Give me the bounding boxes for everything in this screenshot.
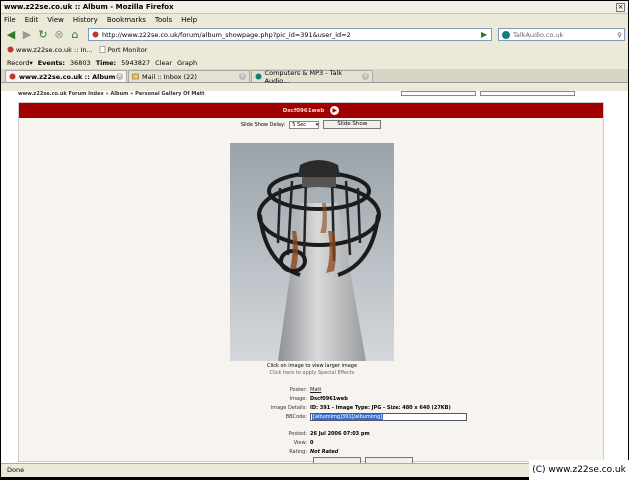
menu-history[interactable]: History bbox=[73, 16, 98, 24]
search-engine-icon[interactable] bbox=[502, 30, 510, 39]
top-form-fields bbox=[401, 91, 575, 96]
tower-photo[interactable] bbox=[230, 143, 394, 361]
image-details: Poster: Matt Image: Dscf0961web Image De… bbox=[19, 385, 605, 463]
menu-help[interactable]: Help bbox=[181, 16, 197, 24]
forward-icon[interactable]: ▶ bbox=[20, 28, 34, 42]
posted-label: Posted: bbox=[288, 430, 307, 437]
album-panel: Dscf0961web ▶ Slide Show Delay: 5 Sec ▾ … bbox=[18, 102, 605, 463]
back-icon[interactable]: ◀ bbox=[4, 28, 18, 42]
tab-label: www.z22se.co.uk :: Album bbox=[19, 72, 116, 81]
chevron-down-icon: ▾ bbox=[315, 121, 319, 128]
menu-file[interactable]: File bbox=[4, 16, 16, 24]
record-toolbar: Record▾ Events: 36803 Time: 5943827 Clea… bbox=[1, 56, 628, 69]
bookmark-favicon-icon bbox=[7, 46, 14, 53]
tab-label: Computers & MP3 - Talk Audio... bbox=[264, 68, 343, 85]
tab-close-icon[interactable]: × bbox=[362, 73, 369, 80]
image-details-value: ID: 391 - Image Type: JPG - Size: 480 x … bbox=[310, 404, 451, 411]
title-bar: www.z22se.co.uk :: Album - Mozilla Firef… bbox=[1, 1, 628, 14]
slide-show-button[interactable]: Slide Show bbox=[323, 120, 382, 129]
bbcode-row: BBCode: [albumimg]391[/albumimg] bbox=[19, 412, 605, 421]
status-text: Done bbox=[7, 465, 25, 474]
tab-strip: www.z22se.co.uk :: Album × Mail :: Inbox… bbox=[1, 68, 628, 85]
slide-delay-label: Slide Show Delay: bbox=[240, 121, 286, 128]
mail-icon bbox=[132, 73, 139, 80]
picture-header: Dscf0961web ▶ bbox=[19, 103, 603, 118]
rating-value: Not Rated bbox=[310, 448, 339, 455]
bbcode-label: BBCode: bbox=[285, 413, 307, 420]
menu-view[interactable]: View bbox=[47, 16, 64, 24]
posted-row: Posted: 26 Jul 2006 07:03 pm bbox=[19, 429, 605, 438]
picture-title: Dscf0961web bbox=[282, 107, 325, 114]
record-button[interactable]: Record▾ bbox=[7, 59, 33, 67]
site-favicon-icon bbox=[92, 31, 99, 38]
record-label: Record bbox=[7, 58, 30, 67]
slide-delay-value: 5 Sec bbox=[292, 121, 307, 128]
tab-favicon-icon bbox=[9, 73, 16, 80]
close-icon[interactable]: × bbox=[616, 2, 625, 12]
image-label: Image: bbox=[289, 395, 307, 402]
url-bar[interactable]: http://www.z22se.co.uk/forum/album_showp… bbox=[88, 28, 492, 41]
menu-bookmarks[interactable]: Bookmarks bbox=[107, 16, 146, 24]
events-label: Events: bbox=[37, 58, 66, 67]
bookmark-port-monitor[interactable]: Port Monitor bbox=[99, 45, 148, 54]
tab-mail[interactable]: Mail :: Inbox (22) × bbox=[128, 70, 250, 82]
view-value: 0 bbox=[310, 439, 314, 446]
next-arrow-icon[interactable]: ▶ bbox=[330, 106, 340, 115]
poster-row: Poster: Matt bbox=[19, 385, 605, 394]
bbcode-field[interactable]: [albumimg]391[/albumimg] bbox=[310, 412, 467, 421]
copyright-watermark: (C) www.z22se.co.uk bbox=[529, 460, 629, 480]
slideshow-controls: Slide Show Delay: 5 Sec ▾ Slide Show bbox=[19, 119, 603, 130]
events-value: 36803 bbox=[70, 58, 91, 67]
bookmark-label: Port Monitor bbox=[107, 45, 148, 54]
page-icon bbox=[99, 46, 106, 53]
view-label: View: bbox=[293, 439, 307, 446]
top-field-1[interactable] bbox=[401, 91, 476, 96]
bbcode-value: [albumimg]391[/albumimg] bbox=[312, 413, 384, 420]
poster-label: Poster: bbox=[289, 386, 307, 393]
tab-album[interactable]: www.z22se.co.uk :: Album × bbox=[5, 70, 127, 82]
search-icon[interactable]: ⚲ bbox=[617, 31, 624, 39]
rating-row: Rating: Not Rated bbox=[19, 447, 605, 456]
poster-link[interactable]: Matt bbox=[310, 387, 321, 393]
tab-talkaudio[interactable]: Computers & MP3 - Talk Audio... × bbox=[251, 68, 373, 85]
tab-favicon-icon bbox=[255, 73, 262, 80]
bookmark-label: www.z22se.co.uk :: In... bbox=[16, 45, 93, 54]
search-placeholder: TalkAudio.co.uk bbox=[513, 30, 564, 39]
menu-edit[interactable]: Edit bbox=[25, 16, 39, 24]
tab-label: Mail :: Inbox (22) bbox=[142, 72, 197, 81]
go-icon[interactable]: ▶ bbox=[481, 30, 491, 39]
browser-window: www.z22se.co.uk :: Album - Mozilla Firef… bbox=[1, 1, 628, 477]
navigation-toolbar: ◀ ▶ ↻ ⊗ ⌂ http://www.z22se.co.uk/forum/a… bbox=[1, 26, 628, 43]
window-title: www.z22se.co.uk :: Album - Mozilla Firef… bbox=[4, 3, 174, 11]
posted-value: 26 Jul 2006 07:03 pm bbox=[310, 430, 370, 437]
menu-tools[interactable]: Tools bbox=[155, 16, 172, 24]
image-row: Image: Dscf0961web bbox=[19, 394, 605, 403]
tab-close-icon[interactable]: × bbox=[116, 73, 123, 80]
bookmarks-toolbar: www.z22se.co.uk :: In... Port Monitor bbox=[1, 43, 628, 56]
image-details-row: Image Details: ID: 391 - Image Type: JPG… bbox=[19, 403, 605, 412]
menu-bar: File Edit View History Bookmarks Tools H… bbox=[1, 14, 628, 26]
top-field-2[interactable] bbox=[480, 91, 575, 96]
breadcrumb-text[interactable]: www.z22se.co.uk Forum Index » Album » Pe… bbox=[18, 91, 204, 97]
image-caption[interactable]: Click on image to view larger image bbox=[19, 363, 605, 369]
clear-button[interactable]: Clear bbox=[155, 59, 172, 67]
graph-button[interactable]: Graph bbox=[177, 59, 197, 67]
tab-close-icon[interactable]: × bbox=[239, 73, 246, 80]
time-label: Time: bbox=[95, 58, 117, 67]
stop-icon[interactable]: ⊗ bbox=[52, 28, 66, 42]
rating-label: Rating: bbox=[289, 448, 307, 455]
special-effects-link[interactable]: Click here to apply Special Effects bbox=[19, 370, 605, 376]
page-content: www.z22se.co.uk Forum Index » Album » Pe… bbox=[1, 91, 628, 464]
time-value: 5943827 bbox=[121, 58, 151, 67]
slide-delay-select[interactable]: 5 Sec ▾ bbox=[289, 120, 320, 129]
home-icon[interactable]: ⌂ bbox=[68, 28, 82, 42]
image-value: Dscf0961web bbox=[310, 395, 348, 402]
dropdown-icon: ▾ bbox=[29, 58, 33, 67]
search-input[interactable]: TalkAudio.co.uk ⚲ bbox=[498, 28, 625, 41]
bookmark-z22se[interactable]: www.z22se.co.uk :: In... bbox=[7, 46, 93, 54]
view-row: View: 0 bbox=[19, 438, 605, 447]
url-text: http://www.z22se.co.uk/forum/album_showp… bbox=[102, 30, 351, 39]
reload-icon[interactable]: ↻ bbox=[36, 28, 50, 42]
image-details-label: Image Details: bbox=[270, 404, 307, 411]
